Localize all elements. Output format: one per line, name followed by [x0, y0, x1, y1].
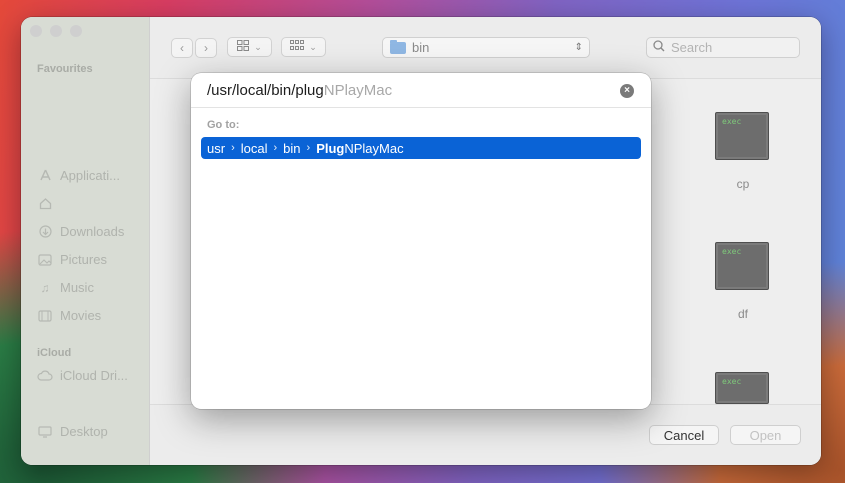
- suggestion-row[interactable]: usr › local › bin › PlugNPlayMac: [201, 137, 641, 159]
- sidebar-item-desktop[interactable]: Desktop: [37, 424, 108, 439]
- close-window-button[interactable]: [30, 25, 42, 37]
- path-match-bold: Plug: [316, 140, 345, 156]
- movies-icon: [37, 309, 53, 323]
- path-segment: bin: [283, 140, 301, 156]
- home-icon: [37, 196, 53, 210]
- chevron-right-icon: ›: [204, 41, 208, 55]
- path-completion-text: NPlayMac: [323, 81, 393, 99]
- chevron-right-icon: ›: [273, 142, 278, 154]
- group-grid-icon: [290, 40, 305, 54]
- forward-button[interactable]: ›: [195, 38, 217, 58]
- chevron-left-icon: ‹: [180, 41, 184, 55]
- icon-grid-icon: [237, 40, 250, 54]
- sidebar-item-music[interactable]: ♫ Music: [37, 280, 94, 295]
- group-button[interactable]: ⌄: [281, 37, 326, 57]
- path-typed-text: /usr/local/bin/plug: [207, 81, 324, 99]
- search-icon: [653, 40, 665, 55]
- sidebar-item-home[interactable]: [37, 196, 60, 210]
- sidebar-item-applications[interactable]: Applicati...: [37, 168, 120, 183]
- clear-icon[interactable]: ×: [620, 84, 634, 98]
- current-folder-label: bin: [412, 40, 430, 55]
- file-name: df: [737, 307, 748, 321]
- cancel-button[interactable]: Cancel: [649, 425, 719, 445]
- sidebar-item-label: Music: [60, 280, 94, 295]
- sidebar-item-label: Downloads: [60, 224, 125, 239]
- sidebar-section-icloud: iCloud: [37, 347, 72, 359]
- back-button[interactable]: ‹: [171, 38, 193, 58]
- path-segment: local: [240, 140, 268, 156]
- path-segment: usr: [207, 140, 226, 156]
- sidebar-section-favourites: Favourites: [37, 63, 93, 75]
- sidebar-item-label: Applicati...: [60, 168, 120, 183]
- file-item[interactable]: exec df: [715, 242, 771, 321]
- path-match: PlugNPlayMac: [316, 141, 403, 156]
- go-to-folder-dialog: /usr/local/bin/plug NPlayMac × Go to: usr…: [191, 73, 651, 409]
- minimize-window-button[interactable]: [50, 25, 62, 37]
- sidebar-item-icloud-drive[interactable]: iCloud Dri...: [37, 368, 128, 383]
- location-popup[interactable]: bin ⇕: [382, 37, 590, 58]
- sidebar-item-label: iCloud Dri...: [60, 368, 128, 383]
- downloads-icon: [37, 225, 53, 239]
- exec-file-icon: exec: [715, 372, 769, 404]
- sidebar-item-downloads[interactable]: Downloads: [37, 224, 124, 239]
- search-placeholder: Search: [671, 40, 713, 55]
- view-mode-button[interactable]: ⌄: [227, 37, 272, 57]
- sidebar-item-label: Desktop: [60, 424, 108, 439]
- chevron-right-icon: ›: [231, 142, 235, 154]
- sidebar-item-label: Pictures: [60, 252, 107, 267]
- search-field[interactable]: Search: [646, 37, 800, 58]
- applications-icon: [37, 169, 53, 183]
- open-button[interactable]: Open: [730, 425, 801, 445]
- window-controls: [30, 25, 82, 37]
- path-input[interactable]: /usr/local/bin/plug NPlayMac: [191, 73, 651, 108]
- goto-label: Go to:: [207, 119, 240, 131]
- toolbar: ‹ › ⌄ ⌄ bin ⇕ Search: [150, 17, 821, 79]
- file-item[interactable]: exec cp: [715, 112, 771, 191]
- chevron-down-icon: ⌄: [309, 41, 317, 52]
- path-match-rest: NPlayMac: [344, 140, 404, 156]
- file-item[interactable]: exec: [715, 372, 771, 404]
- sidebar-item-pictures[interactable]: Pictures: [37, 252, 107, 267]
- chevron-down-icon: ⌄: [254, 41, 262, 52]
- cloud-icon: [37, 369, 53, 383]
- music-icon: ♫: [40, 280, 50, 295]
- chevron-right-icon: ›: [306, 142, 311, 154]
- bottom-bar: Cancel Open: [150, 404, 821, 465]
- file-name: cp: [736, 177, 750, 191]
- folder-icon: [390, 39, 406, 54]
- exec-file-icon: exec: [715, 242, 769, 290]
- desktop-icon: [37, 425, 53, 439]
- sidebar-item-label: Movies: [60, 308, 102, 323]
- updown-chevron-icon: ⇕: [574, 42, 583, 53]
- sidebar: Favourites Applicati... Downloads Pictur…: [21, 17, 150, 465]
- pictures-icon: [37, 253, 53, 267]
- exec-file-icon: exec: [715, 112, 769, 160]
- sidebar-item-movies[interactable]: Movies: [37, 308, 101, 323]
- zoom-window-button[interactable]: [70, 25, 82, 37]
